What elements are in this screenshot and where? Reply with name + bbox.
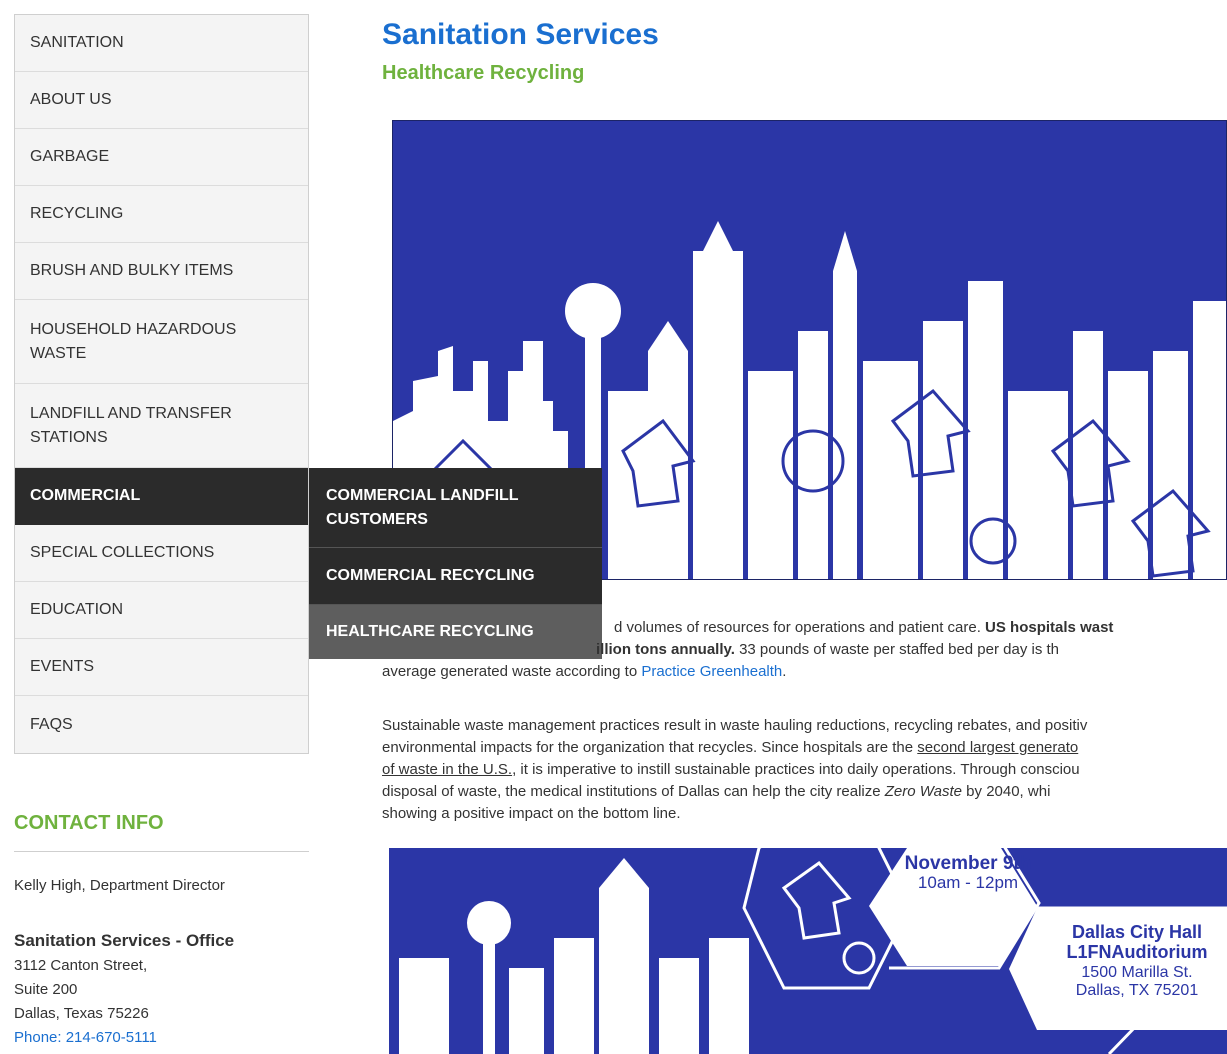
sidebar-item-landfill-transfer[interactable]: LANDFILL AND TRANSFER STATIONS xyxy=(15,384,308,468)
sidebar-item-label: LANDFILL AND TRANSFER STATIONS xyxy=(30,404,232,446)
paragraph-2-line-4: disposal of waste, the medical instituti… xyxy=(382,783,1051,800)
sidebar-item-label: RECYCLING xyxy=(30,205,124,222)
paragraph-1-line-3: average generated waste according to Pra… xyxy=(382,663,787,680)
contact-address-line-1: 3112 Canton Street, xyxy=(14,957,148,974)
event-venue-room: L1FNAuditorium xyxy=(1066,942,1208,962)
waste-in-us-link[interactable]: of waste in the U.S. xyxy=(382,761,512,778)
sidebar-item-label: COMMERCIAL xyxy=(30,487,141,504)
healthcare-event-banner: November 9th 10am - 12pm Dallas City Hal… xyxy=(389,848,1227,1054)
event-time: 10am - 12pm xyxy=(917,873,1019,892)
sidebar-item-special-collections[interactable]: SPECIAL COLLECTIONS xyxy=(15,525,308,582)
paragraph-2-line-1: Sustainable waste management practices r… xyxy=(382,717,1088,734)
second-largest-link[interactable]: second largest generato xyxy=(917,739,1078,756)
sidebar-item-garbage[interactable]: GARBAGE xyxy=(15,129,308,186)
practice-greenhealth-link[interactable]: Practice Greenhealth xyxy=(641,663,782,680)
paragraph-2-line-3: of waste in the U.S., it is imperative t… xyxy=(382,761,1080,778)
contact-phone-link[interactable]: Phone: 214-670-5111 xyxy=(14,1029,157,1046)
sidebar-nav: SANITATION ABOUT US GARBAGE RECYCLING BR… xyxy=(14,14,309,754)
event-street: 1500 Marilla St. xyxy=(1081,964,1193,981)
contact-address-line-3: Dallas, Texas 75226 xyxy=(14,1005,149,1022)
sidebar-item-label: BRUSH AND BULKY ITEMS xyxy=(30,262,234,279)
contact-info-title: CONTACT INFO xyxy=(14,812,164,834)
sidebar-item-about-us[interactable]: ABOUT US xyxy=(15,72,308,129)
sidebar-item-household-hazardous[interactable]: HOUSEHOLD HAZARDOUS WASTE xyxy=(15,300,308,384)
sidebar-item-label: GARBAGE xyxy=(30,148,110,165)
submenu-item-label: COMMERCIAL RECYCLING xyxy=(326,567,535,584)
sidebar-item-label: HOUSEHOLD HAZARDOUS WASTE xyxy=(30,320,237,362)
sidebar-item-recycling[interactable]: RECYCLING xyxy=(15,186,308,243)
contact-divider xyxy=(14,851,309,852)
contact-director: Kelly High, Department Director xyxy=(14,877,225,894)
sidebar-item-label: SPECIAL COLLECTIONS xyxy=(30,544,215,561)
sidebar-item-sanitation[interactable]: SANITATION xyxy=(15,15,308,72)
contact-address-line-2: Suite 200 xyxy=(14,981,78,998)
event-city: Dallas, TX 75201 xyxy=(1075,982,1199,999)
paragraph-2-line-5: showing a positive impact on the bottom … xyxy=(382,805,681,822)
paragraph-2-line-2: environmental impacts for the organizati… xyxy=(382,739,1079,756)
sidebar-item-label: SANITATION xyxy=(30,34,124,51)
sidebar-item-events[interactable]: EVENTS xyxy=(15,639,308,696)
contact-office-name: Sanitation Services - Office xyxy=(14,931,235,950)
sidebar-item-label: EVENTS xyxy=(30,658,95,675)
submenu-item-commercial-landfill[interactable]: COMMERCIAL LANDFILL CUSTOMERS xyxy=(309,468,602,548)
event-date: November 9th xyxy=(904,853,1032,874)
sidebar-item-brush-bulky[interactable]: BRUSH AND BULKY ITEMS xyxy=(15,243,308,300)
submenu-item-label: COMMERCIAL LANDFILL CUSTOMERS xyxy=(326,486,519,528)
sidebar-item-faqs[interactable]: FAQS xyxy=(15,696,308,753)
sidebar-item-commercial[interactable]: COMMERCIAL xyxy=(15,468,308,525)
sidebar-item-label: EDUCATION xyxy=(30,601,124,618)
event-venue-name: Dallas City Hall xyxy=(1071,922,1203,942)
submenu-item-commercial-recycling[interactable]: COMMERCIAL RECYCLING xyxy=(309,548,602,605)
paragraph-1-line-2: illion tons annually. 33 pounds of waste… xyxy=(596,641,1060,658)
page-subtitle: Healthcare Recycling xyxy=(382,62,585,84)
paragraph-1-line-1: d volumes of resources for operations an… xyxy=(614,619,1114,636)
sidebar-item-education[interactable]: EDUCATION xyxy=(15,582,308,639)
sidebar-item-label: FAQS xyxy=(30,715,73,733)
page-title: Sanitation Services xyxy=(382,18,659,51)
sidebar-item-label: ABOUT US xyxy=(30,91,112,108)
